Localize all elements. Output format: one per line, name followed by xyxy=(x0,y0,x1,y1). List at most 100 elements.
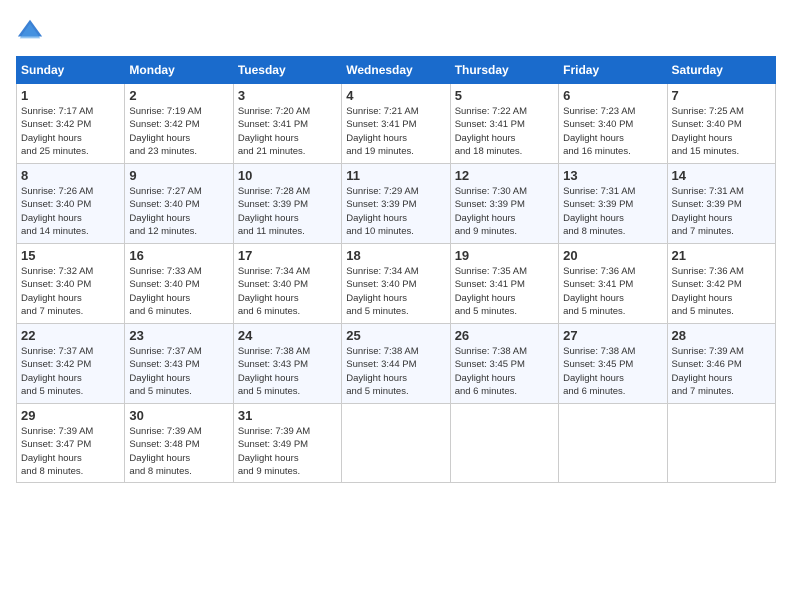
day-number: 19 xyxy=(455,248,554,263)
calendar-cell: 22 Sunrise: 7:37 AM Sunset: 3:42 PM Dayl… xyxy=(17,324,125,404)
day-info: Sunrise: 7:32 AM Sunset: 3:40 PM Dayligh… xyxy=(21,265,120,318)
day-number: 28 xyxy=(672,328,771,343)
day-info: Sunrise: 7:25 AM Sunset: 3:40 PM Dayligh… xyxy=(672,105,771,158)
header-monday: Monday xyxy=(125,57,233,84)
day-number: 25 xyxy=(346,328,445,343)
calendar-cell: 15 Sunrise: 7:32 AM Sunset: 3:40 PM Dayl… xyxy=(17,244,125,324)
calendar: SundayMondayTuesdayWednesdayThursdayFrid… xyxy=(16,56,776,483)
calendar-cell: 1 Sunrise: 7:17 AM Sunset: 3:42 PM Dayli… xyxy=(17,84,125,164)
header-thursday: Thursday xyxy=(450,57,558,84)
day-number: 1 xyxy=(21,88,120,103)
header-tuesday: Tuesday xyxy=(233,57,341,84)
calendar-cell: 12 Sunrise: 7:30 AM Sunset: 3:39 PM Dayl… xyxy=(450,164,558,244)
day-number: 31 xyxy=(238,408,337,423)
day-number: 5 xyxy=(455,88,554,103)
day-number: 20 xyxy=(563,248,662,263)
calendar-cell: 29 Sunrise: 7:39 AM Sunset: 3:47 PM Dayl… xyxy=(17,404,125,483)
day-info: Sunrise: 7:22 AM Sunset: 3:41 PM Dayligh… xyxy=(455,105,554,158)
header-friday: Friday xyxy=(559,57,667,84)
calendar-cell: 18 Sunrise: 7:34 AM Sunset: 3:40 PM Dayl… xyxy=(342,244,450,324)
day-info: Sunrise: 7:39 AM Sunset: 3:46 PM Dayligh… xyxy=(672,345,771,398)
day-info: Sunrise: 7:38 AM Sunset: 3:44 PM Dayligh… xyxy=(346,345,445,398)
day-number: 24 xyxy=(238,328,337,343)
day-number: 6 xyxy=(563,88,662,103)
day-number: 4 xyxy=(346,88,445,103)
calendar-cell: 3 Sunrise: 7:20 AM Sunset: 3:41 PM Dayli… xyxy=(233,84,341,164)
logo xyxy=(16,16,48,44)
calendar-week-row: 8 Sunrise: 7:26 AM Sunset: 3:40 PM Dayli… xyxy=(17,164,776,244)
day-number: 29 xyxy=(21,408,120,423)
day-info: Sunrise: 7:38 AM Sunset: 3:45 PM Dayligh… xyxy=(563,345,662,398)
calendar-cell: 7 Sunrise: 7:25 AM Sunset: 3:40 PM Dayli… xyxy=(667,84,775,164)
day-number: 10 xyxy=(238,168,337,183)
calendar-cell: 28 Sunrise: 7:39 AM Sunset: 3:46 PM Dayl… xyxy=(667,324,775,404)
day-number: 15 xyxy=(21,248,120,263)
day-info: Sunrise: 7:39 AM Sunset: 3:48 PM Dayligh… xyxy=(129,425,228,478)
day-number: 8 xyxy=(21,168,120,183)
calendar-cell: 11 Sunrise: 7:29 AM Sunset: 3:39 PM Dayl… xyxy=(342,164,450,244)
calendar-cell: 8 Sunrise: 7:26 AM Sunset: 3:40 PM Dayli… xyxy=(17,164,125,244)
day-number: 3 xyxy=(238,88,337,103)
day-info: Sunrise: 7:29 AM Sunset: 3:39 PM Dayligh… xyxy=(346,185,445,238)
calendar-cell: 13 Sunrise: 7:31 AM Sunset: 3:39 PM Dayl… xyxy=(559,164,667,244)
day-info: Sunrise: 7:31 AM Sunset: 3:39 PM Dayligh… xyxy=(672,185,771,238)
day-number: 26 xyxy=(455,328,554,343)
day-info: Sunrise: 7:35 AM Sunset: 3:41 PM Dayligh… xyxy=(455,265,554,318)
calendar-cell xyxy=(667,404,775,483)
day-number: 17 xyxy=(238,248,337,263)
calendar-cell: 26 Sunrise: 7:38 AM Sunset: 3:45 PM Dayl… xyxy=(450,324,558,404)
day-number: 22 xyxy=(21,328,120,343)
calendar-cell: 16 Sunrise: 7:33 AM Sunset: 3:40 PM Dayl… xyxy=(125,244,233,324)
day-number: 2 xyxy=(129,88,228,103)
calendar-cell: 10 Sunrise: 7:28 AM Sunset: 3:39 PM Dayl… xyxy=(233,164,341,244)
day-number: 21 xyxy=(672,248,771,263)
day-info: Sunrise: 7:34 AM Sunset: 3:40 PM Dayligh… xyxy=(346,265,445,318)
calendar-cell: 19 Sunrise: 7:35 AM Sunset: 3:41 PM Dayl… xyxy=(450,244,558,324)
day-number: 12 xyxy=(455,168,554,183)
calendar-week-row: 22 Sunrise: 7:37 AM Sunset: 3:42 PM Dayl… xyxy=(17,324,776,404)
day-info: Sunrise: 7:33 AM Sunset: 3:40 PM Dayligh… xyxy=(129,265,228,318)
header-saturday: Saturday xyxy=(667,57,775,84)
day-info: Sunrise: 7:36 AM Sunset: 3:42 PM Dayligh… xyxy=(672,265,771,318)
day-number: 27 xyxy=(563,328,662,343)
page-header xyxy=(16,16,776,44)
calendar-cell: 17 Sunrise: 7:34 AM Sunset: 3:40 PM Dayl… xyxy=(233,244,341,324)
day-info: Sunrise: 7:19 AM Sunset: 3:42 PM Dayligh… xyxy=(129,105,228,158)
day-number: 14 xyxy=(672,168,771,183)
calendar-cell: 27 Sunrise: 7:38 AM Sunset: 3:45 PM Dayl… xyxy=(559,324,667,404)
calendar-week-row: 1 Sunrise: 7:17 AM Sunset: 3:42 PM Dayli… xyxy=(17,84,776,164)
day-number: 30 xyxy=(129,408,228,423)
calendar-cell xyxy=(559,404,667,483)
calendar-cell: 6 Sunrise: 7:23 AM Sunset: 3:40 PM Dayli… xyxy=(559,84,667,164)
calendar-cell xyxy=(342,404,450,483)
day-number: 7 xyxy=(672,88,771,103)
day-info: Sunrise: 7:26 AM Sunset: 3:40 PM Dayligh… xyxy=(21,185,120,238)
day-info: Sunrise: 7:39 AM Sunset: 3:47 PM Dayligh… xyxy=(21,425,120,478)
day-info: Sunrise: 7:21 AM Sunset: 3:41 PM Dayligh… xyxy=(346,105,445,158)
day-info: Sunrise: 7:17 AM Sunset: 3:42 PM Dayligh… xyxy=(21,105,120,158)
day-info: Sunrise: 7:37 AM Sunset: 3:42 PM Dayligh… xyxy=(21,345,120,398)
header-sunday: Sunday xyxy=(17,57,125,84)
calendar-cell: 14 Sunrise: 7:31 AM Sunset: 3:39 PM Dayl… xyxy=(667,164,775,244)
day-number: 16 xyxy=(129,248,228,263)
day-number: 11 xyxy=(346,168,445,183)
calendar-cell: 4 Sunrise: 7:21 AM Sunset: 3:41 PM Dayli… xyxy=(342,84,450,164)
day-info: Sunrise: 7:23 AM Sunset: 3:40 PM Dayligh… xyxy=(563,105,662,158)
calendar-cell xyxy=(450,404,558,483)
calendar-cell: 20 Sunrise: 7:36 AM Sunset: 3:41 PM Dayl… xyxy=(559,244,667,324)
calendar-cell: 2 Sunrise: 7:19 AM Sunset: 3:42 PM Dayli… xyxy=(125,84,233,164)
calendar-cell: 23 Sunrise: 7:37 AM Sunset: 3:43 PM Dayl… xyxy=(125,324,233,404)
calendar-week-row: 29 Sunrise: 7:39 AM Sunset: 3:47 PM Dayl… xyxy=(17,404,776,483)
day-info: Sunrise: 7:37 AM Sunset: 3:43 PM Dayligh… xyxy=(129,345,228,398)
calendar-cell: 21 Sunrise: 7:36 AM Sunset: 3:42 PM Dayl… xyxy=(667,244,775,324)
day-info: Sunrise: 7:28 AM Sunset: 3:39 PM Dayligh… xyxy=(238,185,337,238)
calendar-cell: 9 Sunrise: 7:27 AM Sunset: 3:40 PM Dayli… xyxy=(125,164,233,244)
calendar-week-row: 15 Sunrise: 7:32 AM Sunset: 3:40 PM Dayl… xyxy=(17,244,776,324)
calendar-cell: 25 Sunrise: 7:38 AM Sunset: 3:44 PM Dayl… xyxy=(342,324,450,404)
calendar-header-row: SundayMondayTuesdayWednesdayThursdayFrid… xyxy=(17,57,776,84)
day-info: Sunrise: 7:20 AM Sunset: 3:41 PM Dayligh… xyxy=(238,105,337,158)
day-info: Sunrise: 7:38 AM Sunset: 3:43 PM Dayligh… xyxy=(238,345,337,398)
day-info: Sunrise: 7:31 AM Sunset: 3:39 PM Dayligh… xyxy=(563,185,662,238)
day-info: Sunrise: 7:27 AM Sunset: 3:40 PM Dayligh… xyxy=(129,185,228,238)
logo-icon xyxy=(16,16,44,44)
